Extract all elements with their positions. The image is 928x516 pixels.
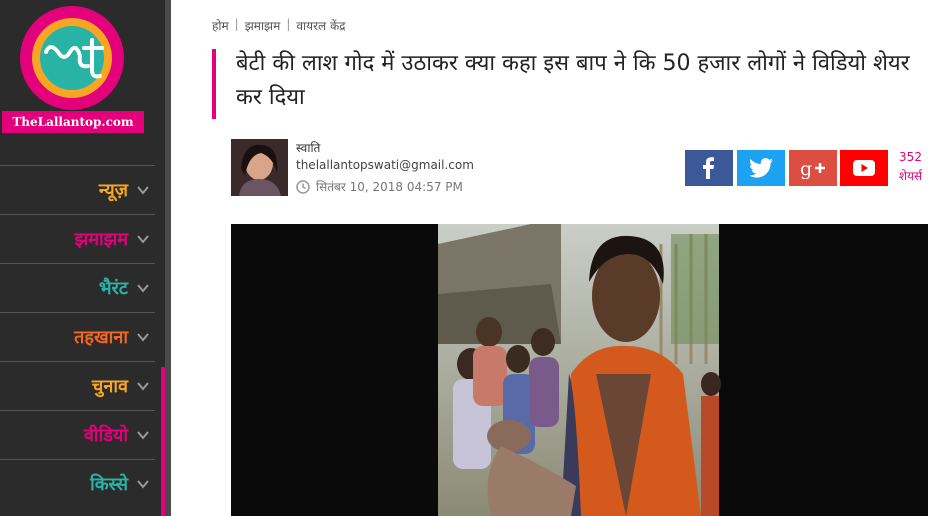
sidebar-item-label: चुनाव xyxy=(91,376,128,397)
logo-text: TheLallantop.com xyxy=(2,111,144,133)
avatar[interactable] xyxy=(231,139,288,196)
sidebar-scrollbar[interactable] xyxy=(165,0,171,516)
sidebar-item-label: वीडियो xyxy=(83,425,128,446)
chevron-down-icon xyxy=(137,186,149,195)
sidebar: TheLallantop.com न्यूज़ झमाझम भैरंट तहखा… xyxy=(0,0,171,516)
author-name[interactable]: स्वाति xyxy=(296,139,320,156)
video-player[interactable] xyxy=(231,224,928,516)
title-accent-bar xyxy=(212,49,216,119)
facebook-icon xyxy=(703,157,714,179)
chevron-down-icon xyxy=(137,235,149,244)
clock-icon xyxy=(296,179,310,194)
chevron-down-icon xyxy=(137,333,149,342)
chevron-down-icon xyxy=(137,431,149,440)
sidebar-item-label: तहखाना xyxy=(74,327,128,348)
breadcrumb-separator: | xyxy=(234,17,239,31)
facebook-share-button[interactable] xyxy=(685,150,733,186)
sidebar-item-bhairant[interactable]: भैरंट xyxy=(0,263,155,312)
sidebar-item-label: झमाझम xyxy=(74,229,128,250)
video-thumbnail xyxy=(231,224,928,516)
sidebar-item-news[interactable]: न्यूज़ xyxy=(0,165,155,214)
breadcrumb: होम | झमाझम | वायरल केंद्र xyxy=(212,17,346,34)
youtube-icon xyxy=(853,160,875,176)
publish-date-row: सितंबर 10, 2018 04:57 PM xyxy=(296,178,463,195)
site-logo[interactable]: TheLallantop.com xyxy=(0,0,150,140)
chevron-down-icon xyxy=(137,480,149,489)
svg-text:g: g xyxy=(800,158,812,179)
breadcrumb-jhamajham[interactable]: झमाझम xyxy=(245,17,281,34)
google-plus-share-button[interactable]: g xyxy=(789,150,837,186)
page: TheLallantop.com न्यूज़ झमाझम भैरंट तहखा… xyxy=(0,0,928,516)
twitter-icon xyxy=(749,158,773,178)
google-plus-icon: g xyxy=(800,158,825,179)
sidebar-item-label: भैरंट xyxy=(98,278,128,299)
twitter-share-button[interactable] xyxy=(737,150,785,186)
youtube-share-button[interactable] xyxy=(840,150,888,186)
sidebar-item-kisse[interactable]: किस्से xyxy=(0,459,155,508)
chevron-down-icon xyxy=(137,284,149,293)
author-email[interactable]: thelallantopswati@gmail.com xyxy=(296,158,474,172)
sidebar-item-video[interactable]: वीडियो xyxy=(0,410,155,459)
share-count: 352 शेयर्स xyxy=(893,148,928,186)
author-photo xyxy=(231,139,288,196)
sidebar-item-label: न्यूज़ xyxy=(98,180,128,201)
page-title: बेटी की लाश गोद में उठाकर क्या कहा इस बा… xyxy=(236,51,910,110)
share-count-label: शेयर्स xyxy=(898,169,923,183)
publish-date: सितंबर 10, 2018 04:57 PM xyxy=(316,180,463,194)
sidebar-item-chunav[interactable]: चुनाव xyxy=(0,361,155,410)
sidebar-nav: न्यूज़ झमाझम भैरंट तहखाना चुनाव वीडियो क… xyxy=(0,165,155,508)
breadcrumb-viral-kendra[interactable]: वायरल केंद्र xyxy=(296,17,345,34)
breadcrumb-separator: | xyxy=(286,17,291,31)
sidebar-item-jhamajham[interactable]: झमाझम xyxy=(0,214,155,263)
breadcrumb-home[interactable]: होम xyxy=(212,17,229,34)
share-count-number: 352 xyxy=(899,150,922,164)
sidebar-item-label: किस्से xyxy=(90,474,128,495)
sidebar-item-tehkhana[interactable]: तहखाना xyxy=(0,312,155,361)
chevron-down-icon xyxy=(137,382,149,391)
